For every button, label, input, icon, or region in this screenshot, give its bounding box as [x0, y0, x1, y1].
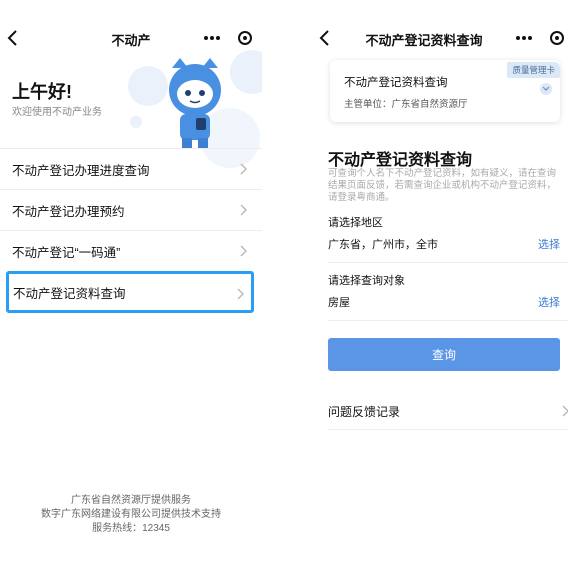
feedback-label: 问题反馈记录 [328, 405, 401, 419]
decor-bubble [230, 50, 262, 94]
greeting: 上午好! [12, 82, 72, 102]
nav-bar: 不动产 [0, 22, 262, 54]
footer-provider: 广东省自然资源厅提供服务 [71, 495, 191, 506]
welcome-text: 欢迎使用不动产业务 [12, 107, 102, 118]
left-screen: 不动产 上午好! 欢迎使用不动产业务 不动产登记办理进度查询 不动产登记办理预约… [0, 0, 262, 562]
mascot-illustration [169, 58, 221, 148]
menu-item-label: 不动产登记办理进度查询 [12, 163, 150, 178]
query-title: 不动产登记资料查询 [328, 152, 473, 169]
chevron-down-icon[interactable] [540, 83, 552, 95]
feedback-records-link[interactable]: 问题反馈记录 [328, 392, 568, 430]
footer: 广东省自然资源厅提供服务 数字广东网络建设有限公司提供技术支持 服务热线：123… [0, 494, 262, 536]
menu-item-label: 不动产登记“一码通” [12, 245, 121, 260]
target-label: 请选择查询对象 [328, 275, 405, 287]
nav-bar: 不动产登记资料查询 [312, 22, 568, 54]
divider [328, 320, 568, 321]
menu-item-appointment[interactable]: 不动产登记办理预约 [0, 189, 262, 230]
more-icon[interactable] [204, 36, 220, 40]
target-icon[interactable] [238, 31, 252, 45]
card-unit: 主管单位：广东省自然资源厅 [344, 99, 468, 110]
service-card: 不动产登记资料查询 主管单位：广东省自然资源厅 质量管理卡 [330, 60, 560, 122]
menu-item-records-query[interactable]: 不动产登记资料查询 [6, 271, 254, 313]
chevron-right-icon [240, 163, 248, 175]
page-title: 不动产登记资料查询 [365, 33, 483, 48]
quality-card-badge[interactable]: 质量管理卡 [507, 62, 560, 78]
divider [328, 262, 568, 263]
service-menu: 不动产登记办理进度查询 不动产登记办理预约 不动产登记“一码通” 不动产登记资料… [0, 148, 262, 313]
chevron-right-icon [562, 405, 568, 417]
menu-item-progress[interactable]: 不动产登记办理进度查询 [0, 148, 262, 189]
region-select-button[interactable]: 选择 [538, 236, 560, 252]
right-screen: 不动产登记资料查询 不动产登记资料查询 主管单位：广东省自然资源厅 质量管理卡 … [312, 0, 568, 562]
decor-bubble [130, 116, 142, 128]
chevron-right-icon [237, 288, 245, 300]
chevron-right-icon [240, 204, 248, 216]
target-value: 房屋 [328, 297, 350, 309]
query-button[interactable]: 查询 [328, 338, 560, 371]
menu-item-label: 不动产登记办理预约 [12, 204, 125, 219]
card-title: 不动产登记资料查询 [344, 77, 448, 89]
region-value: 广东省，广州市，全市 [328, 239, 438, 251]
capsule-menu [506, 26, 568, 50]
menu-item-label: 不动产登记资料查询 [13, 286, 126, 301]
menu-item-one-code[interactable]: 不动产登记“一码通” [0, 230, 262, 271]
region-label: 请选择地区 [328, 217, 383, 229]
footer-hotline: 服务热线：12345 [92, 523, 170, 534]
footer-tech-support: 数字广东网络建设有限公司提供技术支持 [41, 509, 221, 520]
target-select-button[interactable]: 选择 [538, 294, 560, 310]
hero-banner: 上午好! 欢迎使用不动产业务 [0, 50, 262, 168]
capsule-menu [194, 26, 256, 50]
more-icon[interactable] [516, 36, 532, 40]
chevron-right-icon [240, 245, 248, 257]
query-description: 可查询个人名下不动产登记资料，如有疑义，请在查询结果页面反馈，若需查询企业或机构… [328, 168, 557, 203]
target-icon[interactable] [550, 31, 564, 45]
